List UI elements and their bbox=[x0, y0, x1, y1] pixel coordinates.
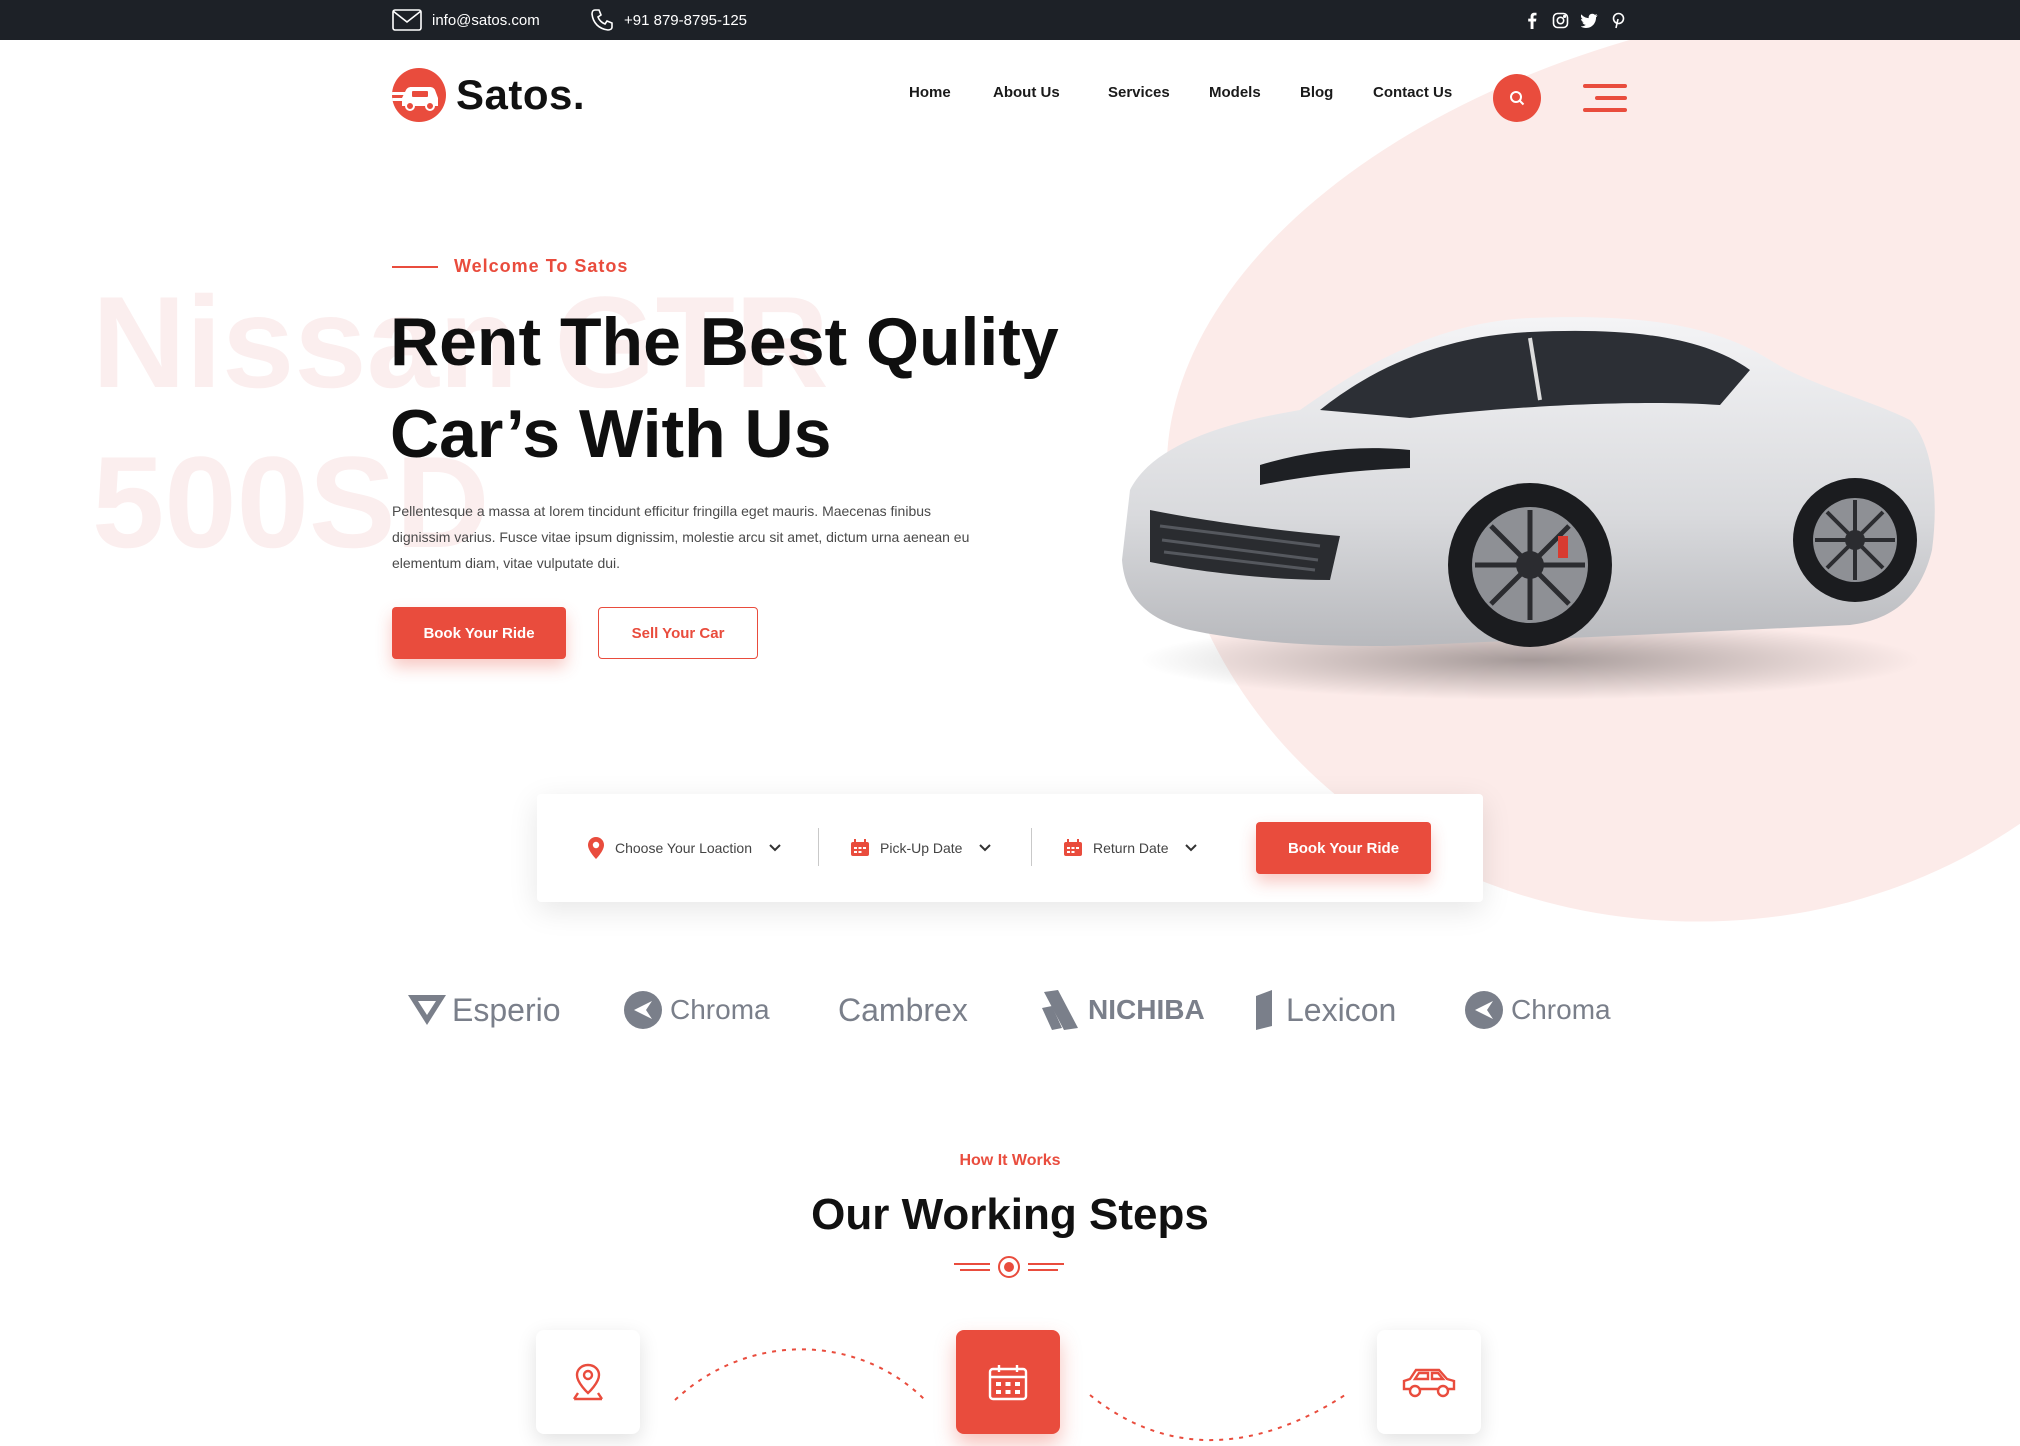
menu-line bbox=[1583, 108, 1627, 112]
partner-nichiba: NICHIBA bbox=[1040, 980, 1205, 1040]
calendar-icon bbox=[851, 839, 869, 856]
step-choose-location[interactable] bbox=[536, 1330, 640, 1434]
partner-name: Cambrex bbox=[838, 991, 968, 1028]
envelope-icon bbox=[392, 9, 422, 31]
esperio-logo-icon bbox=[408, 995, 446, 1025]
hero-headline: Rent The Best Qulity Car’s With Us bbox=[390, 296, 1059, 480]
email-text: info@satos.com bbox=[432, 11, 540, 29]
field-divider bbox=[1031, 828, 1032, 866]
lexicon-logo-icon bbox=[1256, 990, 1272, 1030]
facebook-icon[interactable] bbox=[1523, 12, 1540, 29]
partner-name: Esperio bbox=[452, 991, 561, 1028]
map-pin-icon bbox=[588, 837, 604, 859]
booking-submit-button[interactable]: Book Your Ride bbox=[1256, 822, 1431, 874]
partner-name: Chroma bbox=[670, 994, 770, 1025]
partner-esperio: Esperio bbox=[408, 980, 561, 1040]
chevron-down-icon bbox=[769, 844, 781, 852]
social-links bbox=[1523, 0, 1627, 40]
chevron-down-icon bbox=[979, 844, 992, 852]
nav-models[interactable]: Models bbox=[1209, 84, 1261, 101]
chroma-logo-icon bbox=[1465, 991, 1503, 1029]
chroma-logo-icon bbox=[624, 991, 662, 1029]
headline-line-1: Rent The Best Qulity bbox=[390, 304, 1059, 380]
menu-line bbox=[1583, 84, 1627, 88]
location-select[interactable]: Choose Your Loaction bbox=[587, 794, 782, 902]
location-placeholder: Choose Your Loaction bbox=[615, 840, 752, 856]
partner-logos: Esperio Chroma Cambrex NICHIBA Lexicon C… bbox=[0, 980, 2020, 1040]
step-pick-date[interactable] bbox=[956, 1330, 1060, 1434]
instagram-icon[interactable] bbox=[1552, 12, 1569, 29]
calendar-icon bbox=[1064, 839, 1082, 856]
kicker-line bbox=[392, 265, 438, 268]
kicker-text: Welcome To Satos bbox=[454, 256, 629, 276]
partner-name: Chroma bbox=[1511, 994, 1611, 1025]
nichiba-logo-icon bbox=[1042, 990, 1078, 1030]
brand-name: Satos. bbox=[456, 71, 586, 118]
section-subtitle: How It Works bbox=[959, 1152, 1061, 1169]
car-logo-icon bbox=[392, 68, 446, 122]
pickup-date-select[interactable]: Pick-Up Date bbox=[850, 794, 992, 902]
search-button[interactable] bbox=[1493, 74, 1541, 122]
search-icon bbox=[1510, 91, 1525, 106]
phone-icon bbox=[591, 9, 613, 31]
location-pin-icon bbox=[573, 1363, 603, 1401]
menu-line bbox=[1595, 96, 1627, 100]
nav-contact-us[interactable]: Contact Us bbox=[1373, 84, 1452, 101]
sports-car-image bbox=[1122, 317, 1935, 700]
return-date-select[interactable]: Return Date bbox=[1063, 794, 1198, 902]
hero-kicker: Welcome To Satos bbox=[392, 256, 628, 277]
partner-chroma-2: Chroma bbox=[1463, 980, 1611, 1040]
partner-chroma: Chroma bbox=[622, 980, 770, 1040]
partner-lexicon: Lexicon bbox=[1254, 980, 1396, 1040]
brand-logo[interactable]: Satos. bbox=[392, 68, 585, 122]
calendar-icon bbox=[988, 1365, 1028, 1401]
return-placeholder: Return Date bbox=[1093, 840, 1169, 856]
booking-form: Choose Your Loaction Pick-Up Date Return… bbox=[537, 794, 1483, 902]
partner-name: NICHIBA bbox=[1088, 994, 1205, 1025]
car-icon bbox=[1402, 1368, 1456, 1398]
nav-about-us[interactable]: About Us bbox=[993, 84, 1060, 101]
chevron-down-icon bbox=[1185, 844, 1198, 852]
twitter-icon[interactable] bbox=[1581, 12, 1598, 29]
partner-cambrex: Cambrex bbox=[838, 980, 968, 1040]
top-bar-phone[interactable]: +91 879-8795-125 bbox=[590, 0, 747, 40]
top-bar-email[interactable]: info@satos.com bbox=[392, 0, 540, 40]
menu-hamburger-icon[interactable] bbox=[1583, 84, 1627, 114]
step-book-car[interactable] bbox=[1377, 1330, 1481, 1434]
nav-blog[interactable]: Blog bbox=[1300, 84, 1333, 101]
phone-text: +91 879-8795-125 bbox=[624, 11, 748, 29]
partner-name: Lexicon bbox=[1286, 991, 1397, 1028]
top-bar: info@satos.com +91 879-8795-125 bbox=[0, 0, 2020, 40]
section-title: Our Working Steps bbox=[811, 1190, 1209, 1239]
sell-your-car-button[interactable]: Sell Your Car bbox=[598, 607, 758, 659]
title-ornament-icon bbox=[954, 1256, 1064, 1278]
book-your-ride-button[interactable]: Book Your Ride bbox=[392, 607, 566, 659]
nav-home[interactable]: Home bbox=[909, 84, 951, 101]
pinterest-icon[interactable] bbox=[1610, 12, 1627, 29]
headline-line-2: Car’s With Us bbox=[390, 396, 832, 472]
pickup-placeholder: Pick-Up Date bbox=[880, 840, 963, 856]
nav-services[interactable]: Services bbox=[1108, 84, 1170, 101]
field-divider bbox=[818, 828, 819, 866]
hero-description: Pellentesque a massa at lorem tincidunt … bbox=[392, 503, 970, 571]
